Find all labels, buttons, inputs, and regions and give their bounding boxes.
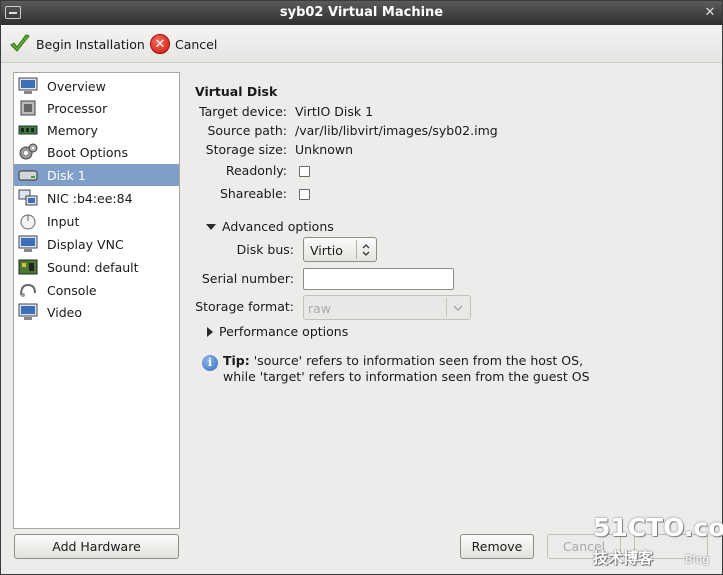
- target-device-value: VirtIO Disk 1: [295, 104, 374, 119]
- processor-icon: [18, 99, 38, 117]
- watermark-blog-text: Blog: [685, 553, 710, 566]
- hardware-list: Overview Processor Memory Boot Options D…: [13, 72, 180, 529]
- sidebar-item-memory[interactable]: Memory: [14, 119, 179, 141]
- sound-icon: [18, 258, 38, 276]
- info-icon: i: [202, 355, 218, 371]
- sidebar-item-label: Console: [47, 282, 97, 298]
- sidebar-item-label: Video: [47, 304, 83, 320]
- begin-installation-button[interactable]: Begin Installation: [9, 31, 145, 57]
- sidebar-item-label: Processor: [47, 100, 108, 116]
- tip-line-1: Tip: 'source' refers to information seen…: [223, 353, 583, 368]
- readonly-label: Readonly:: [225, 163, 287, 178]
- sidebar-item-display-vnc[interactable]: Display VNC: [14, 233, 179, 255]
- combo-separator: [446, 298, 447, 317]
- sidebar-item-label: NIC :b4:ee:84: [47, 190, 133, 206]
- watermark-sub-text: 技术博客: [593, 549, 654, 567]
- storage-size-label: Storage size:: [205, 142, 287, 157]
- expander-down-icon: [206, 223, 216, 230]
- memory-icon: [18, 121, 38, 139]
- sidebar-item-label: Sound: default: [47, 259, 139, 275]
- begin-installation-label: Begin Installation: [36, 36, 145, 52]
- watermark-logo-text: 51CTO.com: [593, 513, 723, 542]
- chevron-down-icon: [453, 305, 463, 311]
- sidebar-item-label: Memory: [47, 122, 98, 138]
- remove-button[interactable]: Remove: [460, 534, 534, 559]
- combo-separator: [356, 240, 357, 259]
- add-hardware-label: Add Hardware: [52, 539, 141, 554]
- monitor-icon: [18, 77, 38, 95]
- sidebar-item-console[interactable]: Console: [14, 279, 179, 301]
- gear-icon: [18, 143, 38, 161]
- readonly-checkbox[interactable]: [299, 166, 310, 177]
- sidebar-item-label: Input: [47, 213, 80, 229]
- mouse-icon: [18, 212, 38, 230]
- storage-format-combo: raw: [303, 295, 471, 320]
- advanced-options-expander[interactable]: Advanced options: [206, 219, 334, 234]
- shareable-checkbox[interactable]: [299, 189, 310, 200]
- sidebar-item-label: Disk 1: [47, 167, 86, 183]
- serial-number-label: Serial number:: [201, 271, 294, 286]
- sidebar-item-processor[interactable]: Processor: [14, 97, 179, 119]
- sidebar-item-label: Display VNC: [47, 236, 124, 252]
- sidebar-item-overview[interactable]: Overview: [14, 75, 179, 97]
- virtual-disk-heading: Virtual Disk: [195, 84, 278, 99]
- advanced-options-label: Advanced options: [222, 219, 334, 234]
- target-device-label: Target device:: [199, 104, 287, 119]
- window-menu-button[interactable]: [5, 6, 21, 19]
- expander-right-icon: [207, 326, 213, 337]
- window-close-button[interactable]: ✕: [702, 5, 718, 21]
- shareable-label: Shareable:: [219, 186, 287, 201]
- storage-size-value: Unknown: [295, 142, 354, 157]
- disk-bus-select[interactable]: Virtio: [303, 237, 377, 262]
- video-icon: [18, 303, 38, 321]
- tip-bold: Tip:: [223, 353, 250, 368]
- sidebar-item-input[interactable]: Input: [14, 210, 179, 232]
- cancel-icon: ✕: [150, 34, 170, 54]
- sidebar-item-video[interactable]: Video: [14, 301, 179, 323]
- remove-label: Remove: [471, 539, 523, 554]
- sidebar-item-nic[interactable]: NIC :b4:ee:84: [14, 187, 179, 209]
- sidebar-item-disk-1[interactable]: Disk 1: [14, 164, 179, 186]
- tip-text-1: 'source' refers to information seen from…: [249, 353, 584, 368]
- console-icon: [18, 281, 38, 299]
- storage-format-label: Storage format:: [195, 299, 294, 314]
- network-icon: [18, 189, 38, 207]
- sidebar-item-label: Overview: [47, 78, 106, 94]
- source-path-label: Source path:: [207, 123, 287, 138]
- performance-options-expander[interactable]: Performance options: [207, 324, 348, 339]
- performance-options-label: Performance options: [219, 324, 349, 339]
- sidebar-item-sound[interactable]: Sound: default: [14, 256, 179, 278]
- source-path-value: /var/lib/libvirt/images/syb02.img: [295, 123, 498, 138]
- serial-number-field[interactable]: [303, 268, 454, 290]
- add-hardware-button[interactable]: Add Hardware: [14, 534, 179, 559]
- disk-bus-value: Virtio: [310, 243, 343, 258]
- toolbar-cancel-label: Cancel: [175, 36, 218, 52]
- sidebar-item-boot-options[interactable]: Boot Options: [14, 141, 179, 163]
- disk-bus-label: Disk bus:: [236, 242, 294, 257]
- watermark-logo: 51CTO.com 技术博客 Blog: [593, 513, 723, 573]
- storage-format-placeholder: raw: [308, 301, 332, 316]
- toolbar-cancel-button[interactable]: ✕ Cancel: [150, 31, 217, 57]
- window-title: syb02 Virtual Machine: [279, 5, 444, 20]
- display-icon: [18, 235, 38, 253]
- tip-line-2: while 'target' refers to information see…: [223, 369, 590, 384]
- toolbar: Begin Installation ✕ Cancel: [1, 25, 722, 63]
- title-bar: syb02 Virtual Machine ✕: [1, 1, 722, 25]
- disk-icon: [18, 166, 38, 184]
- checkmark-icon: [10, 34, 30, 52]
- updown-arrows-icon: [362, 244, 370, 256]
- sidebar-item-label: Boot Options: [47, 144, 128, 160]
- vm-details-window: syb02 Virtual Machine ✕ Begin Installati…: [0, 0, 723, 575]
